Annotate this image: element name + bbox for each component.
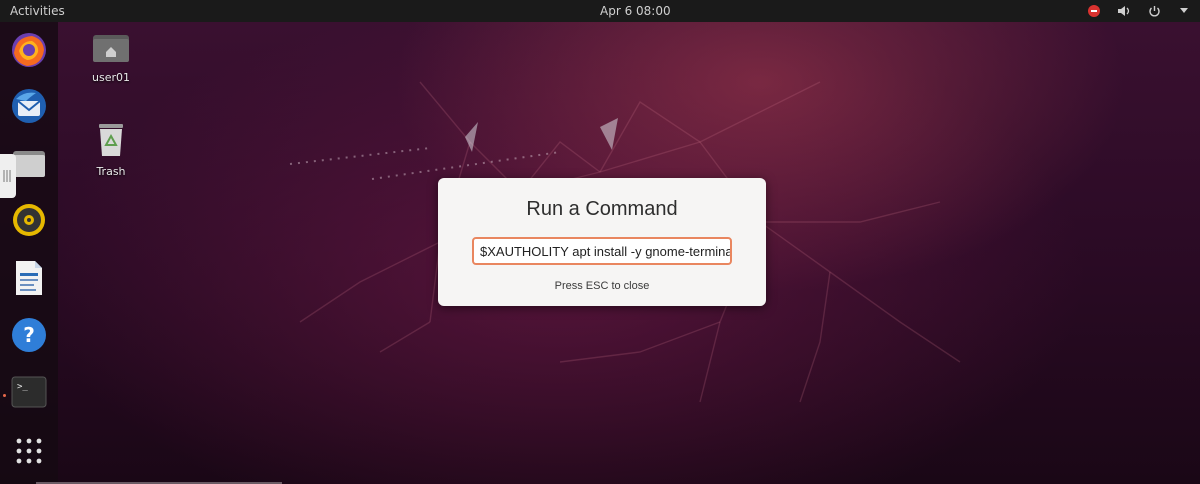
dock-item-rhythmbox[interactable] <box>8 201 50 243</box>
desktop-trash[interactable]: Trash <box>81 120 141 178</box>
terminal-icon: >_ <box>10 375 48 413</box>
chevron-down-icon[interactable] <box>1176 3 1192 19</box>
trash-label: Trash <box>96 165 126 178</box>
clock[interactable]: Apr 6 08:00 <box>600 4 671 18</box>
home-folder-icon <box>91 35 131 67</box>
dock-item-terminal[interactable]: >_ <box>8 373 50 415</box>
dock-item-show-applications[interactable] <box>8 432 50 474</box>
stop-icon[interactable] <box>1086 3 1102 19</box>
app-grid-icon <box>15 437 43 469</box>
dock-item-firefox[interactable] <box>8 31 50 73</box>
home-folder-label: user01 <box>92 71 130 84</box>
rhythmbox-icon <box>11 202 47 242</box>
power-icon[interactable] <box>1146 3 1162 19</box>
activities-button[interactable]: Activities <box>10 4 65 18</box>
command-input-text: $XAUTHOLITY apt install -y gnome-termina… <box>480 244 732 259</box>
svg-text:?: ? <box>23 323 35 347</box>
firefox-icon <box>10 31 48 73</box>
top-bar: Activities Apr 6 08:00 <box>0 0 1200 22</box>
desktop-home-folder[interactable]: user01 <box>81 32 141 84</box>
dialog-hint: Press ESC to close <box>554 280 650 292</box>
thunderbird-icon <box>10 87 48 129</box>
trash-icon <box>94 124 128 161</box>
system-tray[interactable] <box>1086 3 1192 19</box>
svg-text:>_: >_ <box>17 382 28 392</box>
writer-icon <box>13 259 45 301</box>
dock-item-help[interactable]: ? <box>8 316 50 358</box>
dialog-title: Run a Command <box>526 198 678 220</box>
dock-item-thunderbird[interactable] <box>8 87 50 129</box>
help-icon: ? <box>10 316 48 358</box>
command-input[interactable]: $XAUTHOLITY apt install -y gnome-termina… <box>472 237 732 265</box>
dock: ? >_ <box>0 22 58 484</box>
volume-icon[interactable] <box>1116 3 1132 19</box>
running-indicator <box>3 394 6 397</box>
dock-item-writer[interactable] <box>8 259 50 301</box>
run-command-dialog: Run a Command $XAUTHOLITY apt install -y… <box>438 178 766 306</box>
files-drawer-handle[interactable] <box>0 154 16 198</box>
